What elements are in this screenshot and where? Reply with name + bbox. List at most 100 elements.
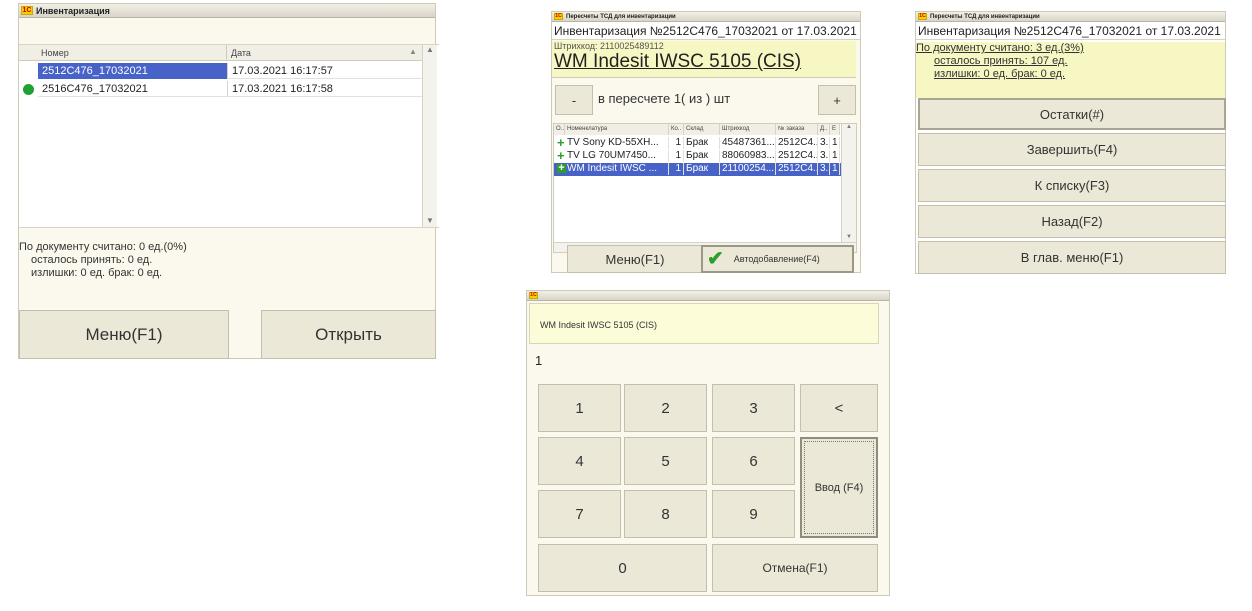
- stats-surplus: излишки: 0 ед. брак: 0 ед.: [31, 267, 163, 279]
- items-table[interactable]: О.. Номенклатура Ко.. Склад Штрихкод № з…: [553, 123, 857, 253]
- window-title: Пересчеты ТСД для инвентаризации: [930, 13, 1040, 20]
- cell-d: 3..: [820, 137, 830, 149]
- document-stats: По документу считано: 0 ед.(0%) осталось…: [19, 241, 187, 280]
- title-bar: 1С: [527, 291, 889, 301]
- title-bar: 1С Пересчеты ТСД для инвентаризации: [916, 12, 1225, 22]
- column-nomenclature[interactable]: Номенклатура: [565, 124, 669, 135]
- backspace-key[interactable]: <: [800, 384, 878, 432]
- quantity-value[interactable]: 1: [535, 353, 542, 368]
- key-0[interactable]: 0: [538, 544, 707, 592]
- cell-name: TV LG 70UM7450...: [565, 150, 669, 162]
- stats-counted: По документу считано: 0 ед.(0%): [19, 241, 187, 253]
- cell-warehouse: Брак: [684, 150, 720, 162]
- cell-name: WM Indesit IWSC ...: [565, 163, 669, 175]
- back-button[interactable]: Назад(F2): [918, 205, 1226, 238]
- table-header: Номер Дата ▲: [19, 45, 423, 61]
- main-menu-button[interactable]: В глав. меню(F1): [918, 241, 1226, 274]
- cell-barcode: 45487361...: [722, 137, 776, 149]
- column-order[interactable]: № заказа: [776, 124, 818, 135]
- logo-1c-icon: 1С: [554, 13, 563, 20]
- cell-qty: 1: [669, 163, 684, 175]
- green-dot-icon: [23, 84, 34, 95]
- cell-number: 2516C476_17032021: [38, 81, 227, 97]
- column-number[interactable]: Номер: [37, 45, 227, 61]
- cell-order: 2512C4...: [778, 150, 818, 162]
- recount-menu-window: 1С Пересчеты ТСД для инвентаризации Инве…: [915, 11, 1226, 274]
- title-bar: 1С Инвентаризация: [19, 4, 435, 18]
- plus-button[interactable]: +: [818, 85, 856, 115]
- cell-d: 3..: [820, 150, 830, 162]
- barcode-label: Штрихкод: 2110025489112: [554, 41, 664, 51]
- column-o[interactable]: О..: [554, 124, 565, 135]
- column-qty[interactable]: Ко..: [669, 124, 684, 135]
- scroll-up-icon[interactable]: ▲: [423, 45, 437, 54]
- window-title: Пересчеты ТСД для инвентаризации: [566, 13, 676, 20]
- stats-remaining: осталось принять: 0 ед.: [31, 254, 153, 266]
- cell-name: TV Sony KD-55XH...: [565, 137, 669, 149]
- sort-indicator-icon: ▲: [409, 47, 417, 56]
- vertical-scrollbar[interactable]: ▲ ▼: [841, 124, 856, 242]
- column-date[interactable]: Дата: [227, 45, 407, 61]
- logo-1c-icon: 1С: [918, 13, 927, 20]
- to-list-button[interactable]: К списку(F3): [918, 169, 1226, 202]
- cell-e: 1: [830, 137, 840, 149]
- cell-order: 2512C4...: [778, 163, 818, 175]
- cell-order: 2512C4...: [778, 137, 818, 149]
- product-name: WM Indesit IWSC 5105 (CIS): [554, 51, 802, 72]
- stats-remaining: осталось принять: 107 ед.: [934, 55, 1068, 67]
- table-row-selected[interactable]: + WM Indesit IWSC ... 1 Брак 21100254...…: [554, 163, 841, 176]
- menu-button[interactable]: Меню(F1): [19, 310, 229, 359]
- document-header: Инвентаризация №2512C476_17032021 от 17.…: [916, 24, 1225, 40]
- open-button[interactable]: Открыть: [261, 310, 436, 359]
- column-barcode[interactable]: Штрихкод: [720, 124, 776, 135]
- title-bar: 1С Пересчеты ТСД для инвентаризации: [552, 12, 860, 22]
- cell-qty: 1: [669, 137, 684, 149]
- cancel-button[interactable]: Отмена(F1): [712, 544, 878, 592]
- window-title: Инвентаризация: [36, 5, 110, 16]
- autoadd-label: Автодобавление(F4): [733, 254, 820, 264]
- inventory-list-window: 1С Инвентаризация Номер Дата ▲ 2512C476_…: [18, 3, 439, 359]
- cell-warehouse: Брак: [684, 163, 720, 175]
- key-8[interactable]: 8: [624, 490, 707, 538]
- recount-window: 1С Пересчеты ТСД для инвентаризации Инве…: [551, 11, 861, 273]
- menu-button[interactable]: Меню(F1): [567, 245, 703, 273]
- minus-button[interactable]: -: [555, 85, 593, 115]
- cell-e: 1: [830, 150, 840, 162]
- logo-1c-icon: 1С: [529, 292, 538, 299]
- logo-1c-icon: 1С: [21, 6, 33, 15]
- key-9[interactable]: 9: [712, 490, 795, 538]
- stats-counted: По документу считано: 3 ед.(3%): [916, 42, 1084, 54]
- documents-table[interactable]: Номер Дата ▲ 2512C476_17032021 17.03.202…: [19, 44, 439, 228]
- counter-text: в пересчете 1( из ) шт: [598, 91, 731, 106]
- key-1[interactable]: 1: [538, 384, 621, 432]
- cell-warehouse: Брак: [684, 137, 720, 149]
- cell-barcode: 21100254...: [722, 163, 776, 175]
- checkmark-icon: ✔: [707, 248, 724, 270]
- scroll-down-icon[interactable]: ▼: [842, 234, 856, 240]
- scroll-down-icon[interactable]: ▼: [423, 216, 437, 225]
- column-e[interactable]: Е: [830, 124, 840, 135]
- cell-number: 2512C476_17032021: [38, 63, 227, 79]
- key-4[interactable]: 4: [538, 437, 621, 485]
- cell-e: 1: [830, 163, 840, 175]
- barcode-panel: Штрихкод: 2110025489112 WM Indesit IWSC …: [552, 41, 856, 78]
- stats-surplus: излишки: 0 ед. брак: 0 ед.: [934, 68, 1066, 80]
- cell-barcode: 88060983...: [722, 150, 776, 162]
- enter-button[interactable]: Ввод (F4): [800, 437, 878, 538]
- finish-button[interactable]: Завершить(F4): [918, 133, 1226, 166]
- product-name: WM Indesit IWSC 5105 (CIS): [529, 303, 879, 344]
- key-2[interactable]: 2: [624, 384, 707, 432]
- document-header: Инвентаризация №2512C476_17032021 от 17.…: [552, 22, 860, 40]
- column-d[interactable]: Д..: [818, 124, 830, 135]
- vertical-scrollbar[interactable]: ▲ ▼: [422, 45, 437, 227]
- scroll-up-icon[interactable]: ▲: [842, 124, 856, 130]
- balances-button[interactable]: Остатки(#): [918, 98, 1226, 130]
- key-5[interactable]: 5: [624, 437, 707, 485]
- cell-date: 17.03.2021 16:17:58: [227, 81, 423, 97]
- key-7[interactable]: 7: [538, 490, 621, 538]
- cell-qty: 1: [669, 150, 684, 162]
- autoadd-button[interactable]: ✔ Автодобавление(F4): [701, 245, 854, 273]
- key-3[interactable]: 3: [712, 384, 795, 432]
- column-warehouse[interactable]: Склад: [684, 124, 720, 135]
- key-6[interactable]: 6: [712, 437, 795, 485]
